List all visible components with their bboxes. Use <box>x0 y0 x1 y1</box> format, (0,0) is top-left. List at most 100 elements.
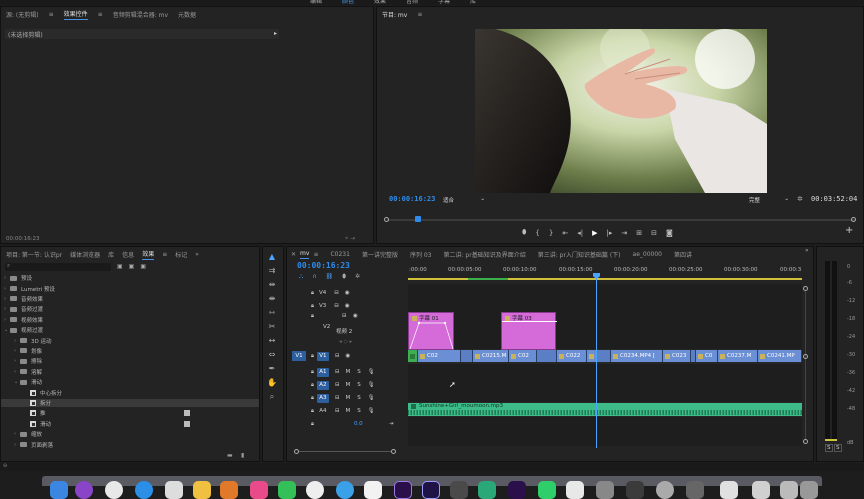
app-icon[interactable] <box>656 481 674 499</box>
lock-icon[interactable]: 🔒︎ <box>311 369 314 376</box>
eye-icon[interactable]: ◉ <box>353 313 358 319</box>
video-clip[interactable]: C022 <box>557 350 587 362</box>
video-clip[interactable] <box>461 350 473 362</box>
expand-icon[interactable]: ▸ <box>274 30 277 37</box>
trash-icon[interactable] <box>800 481 818 499</box>
video-clip[interactable] <box>597 350 611 362</box>
lock-icon[interactable]: 🔒︎ <box>311 395 314 402</box>
mute-button[interactable]: M <box>346 408 351 414</box>
video-clip[interactable]: C02 <box>418 350 461 362</box>
app-icon[interactable] <box>780 481 798 499</box>
tab-sequence-lesson2[interactable]: 第二讲: pr基础知识及界面介绍 <box>444 250 526 259</box>
slide-tool-icon[interactable]: ⇔ <box>267 350 277 360</box>
sync-lock-icon[interactable]: ⊟ <box>334 303 339 309</box>
track-target-v1[interactable]: V1 <box>316 351 329 361</box>
step-back-icon[interactable]: ◂| <box>577 229 583 237</box>
menu-color[interactable]: 颜色 <box>342 0 354 5</box>
app-icon[interactable] <box>720 481 738 499</box>
selection-tool-icon[interactable]: ▲ <box>267 252 277 262</box>
effects-tree-item[interactable]: › 页面剥落 <box>1 440 259 449</box>
track-target-a3[interactable]: A3 <box>316 393 329 403</box>
tab-sequence-ae[interactable]: ae_00000 <box>633 251 662 258</box>
video-clip[interactable] <box>408 350 418 362</box>
sync-lock-icon[interactable]: ⊟ <box>335 382 340 388</box>
solo-button[interactable]: S <box>357 408 361 414</box>
track-target-a1[interactable]: A1 <box>316 367 329 377</box>
source-menu-icon[interactable]: ≡ <box>49 11 54 18</box>
app-icon[interactable] <box>220 481 238 499</box>
horizontal-scrollbar[interactable] <box>294 449 396 454</box>
video-clip[interactable] <box>537 350 557 362</box>
app-icon[interactable] <box>626 481 644 499</box>
tab-sequence-03[interactable]: 序列 03 <box>410 250 432 259</box>
more-icon[interactable]: » <box>805 247 809 254</box>
go-to-in-icon[interactable]: ⇤ <box>562 229 568 237</box>
more-tabs-icon[interactable]: » <box>195 251 199 258</box>
close-icon[interactable]: ✕ <box>291 251 296 258</box>
video-clip[interactable]: C0237.M <box>718 350 758 362</box>
video-clip[interactable]: C0 <box>696 350 718 362</box>
tab-source[interactable]: 源: (无剪辑) <box>6 10 39 19</box>
safari-icon[interactable] <box>135 481 153 499</box>
zoom-tool-icon[interactable]: ⌕ <box>267 392 277 402</box>
solo-button[interactable]: S <box>357 369 361 375</box>
delete-icon[interactable]: ▮ <box>241 452 244 459</box>
sync-lock-icon[interactable]: ⊟ <box>334 290 339 296</box>
slip-tool-icon[interactable]: ↔ <box>267 336 277 346</box>
mic-icon[interactable]: 🎙︎ <box>368 369 375 375</box>
video-clip[interactable]: C0234.MP4 [ <box>611 350 663 362</box>
nest-icon[interactable]: ⛬ <box>299 273 303 281</box>
effects-tree-item[interactable]: ⌄ 滑动 <box>1 378 259 386</box>
lock-icon[interactable]: 🔒︎ <box>311 303 314 310</box>
app-icon[interactable] <box>75 481 93 499</box>
effects-tree-item[interactable]: › 溶解 <box>1 368 259 376</box>
insert-icon[interactable]: ⊞ <box>636 229 642 237</box>
overwrite-icon[interactable]: ⊟ <box>651 229 657 237</box>
rate-stretch-tool-icon[interactable]: ⇿ <box>267 308 277 318</box>
sync-lock-icon[interactable]: ⊟ <box>335 408 340 414</box>
tab-sequence-lesson4[interactable]: 第四讲 <box>674 250 692 259</box>
effects-tree-item[interactable]: › 划像 <box>1 347 259 355</box>
timeline-settings-icon[interactable]: ✲ <box>355 273 360 281</box>
accelerated-effects-icon[interactable]: ▣ <box>117 263 123 270</box>
step-forward-icon[interactable]: |▸ <box>606 229 612 237</box>
lock-icon[interactable]: 🔒︎ <box>311 408 314 415</box>
effects-tree-item[interactable]: › 音频过渡 <box>1 305 259 313</box>
go-to-out-icon[interactable]: ⇥ <box>621 229 627 237</box>
track-select-tool-icon[interactable]: ⇉ <box>267 266 277 276</box>
app-icon[interactable] <box>752 481 770 499</box>
menu-edit[interactable]: 编辑 <box>310 0 322 5</box>
effects-tree-item[interactable]: 滑动 <box>1 420 259 428</box>
solo-button[interactable]: S <box>834 444 842 452</box>
program-scrubber[interactable] <box>387 216 855 222</box>
tab-sequence-lesson3[interactable]: 第三讲: pr入门知识基础篇 (下) <box>538 250 621 259</box>
pen-tool-icon[interactable]: ✒ <box>267 364 277 374</box>
tab-sequence-lesson1[interactable]: 第一讲完整版 <box>362 250 398 259</box>
status-icon[interactable]: ⊖ <box>3 463 7 469</box>
eye-icon[interactable]: ◉ <box>345 303 350 309</box>
mic-icon[interactable]: 🎙︎ <box>368 395 375 401</box>
app-icon[interactable] <box>508 481 526 499</box>
effects-tree-item[interactable]: › 音频效果 <box>1 295 259 303</box>
video-clip[interactable]: C0215.M <box>473 350 509 362</box>
yuv-effects-icon[interactable]: ▣ <box>140 263 146 270</box>
video-clip[interactable]: C0241.MP <box>758 350 802 362</box>
marker-icon[interactable]: ⬮ <box>522 228 526 237</box>
effects-tree-item[interactable]: 推 <box>1 409 259 417</box>
tab-audio-mixer[interactable]: 音频剪辑混合器: mv <box>113 10 168 19</box>
app-icon[interactable] <box>336 481 354 499</box>
premiere-icon[interactable] <box>394 481 412 499</box>
solo-button[interactable]: S <box>825 444 833 452</box>
tab-sequence-mv[interactable]: mv <box>300 250 310 259</box>
add-button-icon[interactable]: + <box>845 225 853 236</box>
camera-icon[interactable]: ◙ <box>666 229 673 237</box>
razor-tool-icon[interactable]: ✂ <box>267 322 277 332</box>
effects-tree-item[interactable]: 拆分 <box>1 398 259 408</box>
ripple-edit-tool-icon[interactable]: ⇹ <box>267 280 277 290</box>
rolling-edit-tool-icon[interactable]: ⇼ <box>267 294 277 304</box>
end-icon[interactable]: ⇥ <box>389 421 394 427</box>
tab-sequence-c0231[interactable]: C0231 <box>330 251 349 258</box>
effects-tree-item[interactable]: › 3D 运动 <box>1 336 259 345</box>
effects-tree-item[interactable]: › Lumetri 预设 <box>1 284 259 293</box>
source-patch-a1[interactable] <box>292 368 306 377</box>
